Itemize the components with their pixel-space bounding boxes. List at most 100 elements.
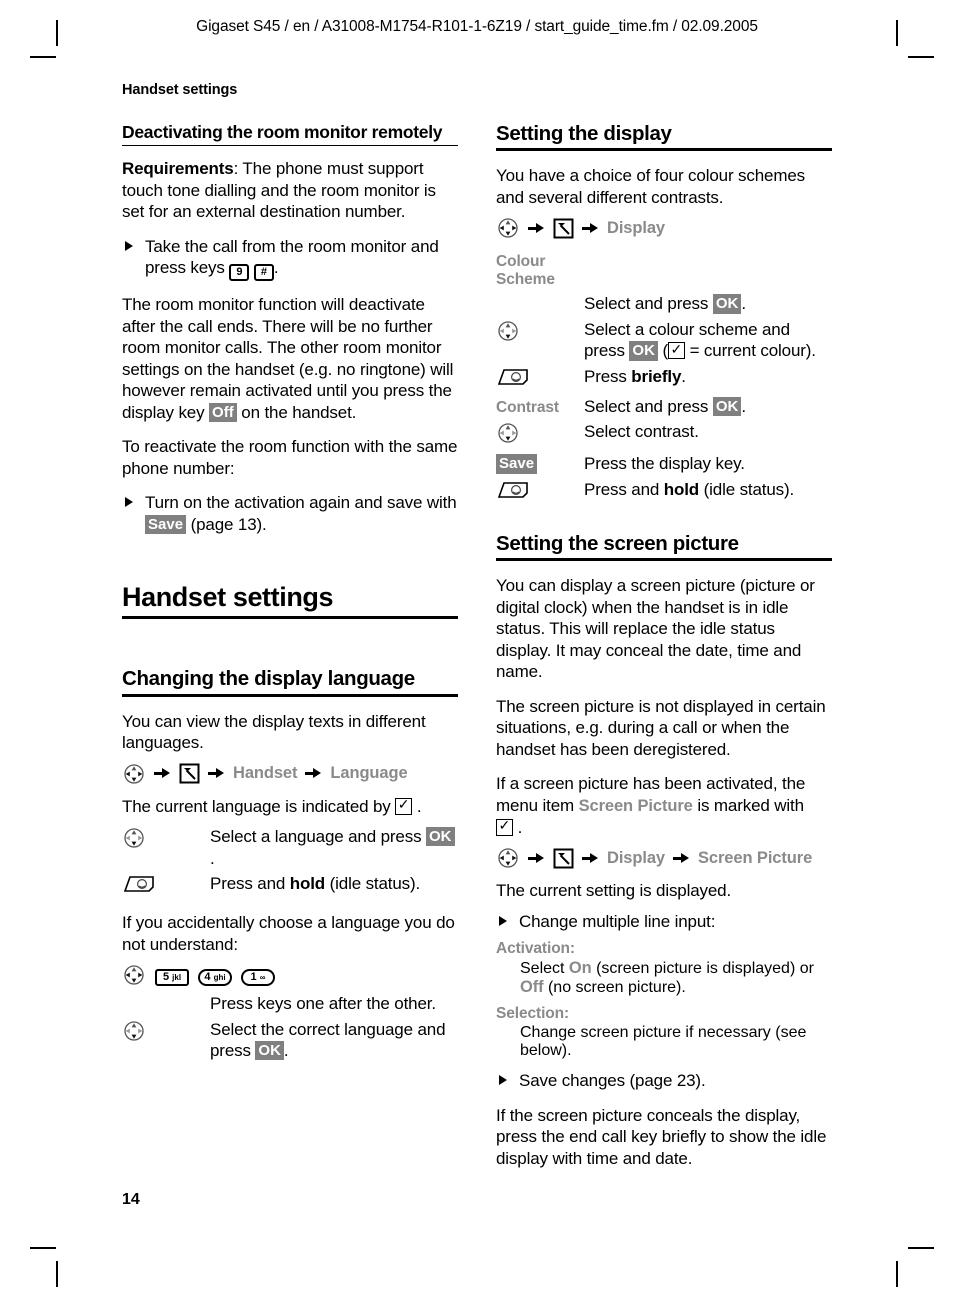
step-press-hold-bold: hold <box>289 874 326 894</box>
bullet-take-call-text-b: . <box>273 258 279 278</box>
nav-key-cell <box>496 319 584 347</box>
softkey-ok-badge: OK <box>426 827 455 847</box>
paragraph-current-language-b: . <box>416 796 422 816</box>
chapter-marker: Handset settings <box>122 82 238 98</box>
checkmark-box-icon <box>496 817 513 836</box>
procedure-text: Select the correct language and press OK… <box>210 1019 458 1062</box>
crop-mark-bottom-left-horizontal <box>30 1247 56 1249</box>
running-header: Gigaset S45 / en / A31008-M1754-R101-1-6… <box>196 18 758 35</box>
arrow-right-icon <box>154 767 171 780</box>
paragraph-current-language: The current language is indicated by . <box>122 796 458 818</box>
paragraph-screen-picture-3b: is marked with <box>692 795 804 815</box>
arrow-right-icon <box>582 852 599 865</box>
step-select-press-b: . <box>741 294 746 314</box>
arrow-right-icon <box>305 767 322 780</box>
bullet-turn-on-text-b: (page 13). <box>186 514 267 534</box>
paragraph-screen-picture-1: You can display a screen picture (pictur… <box>496 576 815 682</box>
triangle-bullet-icon <box>499 915 507 926</box>
nav-key-icon <box>496 422 520 449</box>
menu-path-screen-picture: Display Screen Picture <box>496 847 832 869</box>
crop-mark-top-right-horizontal <box>908 56 934 58</box>
requirements-label: Requirements <box>122 159 234 179</box>
nav-key-icon <box>496 217 520 239</box>
menu-label-colour-scheme: Colour Scheme <box>496 253 555 289</box>
step-press-hold-a: Press and <box>584 479 664 499</box>
softkey-off-badge: Off <box>209 402 237 422</box>
keypad-key-1-icon: 1 ∞ <box>241 969 275 987</box>
procedure-text: Select and press OK. <box>584 396 832 418</box>
paragraph-reactivate: To reactivate the room function with the… <box>122 437 458 478</box>
section-rule <box>496 148 832 152</box>
paragraph-current-language-a: The current language is indicated by <box>122 796 396 816</box>
arrow-right-icon <box>582 222 599 235</box>
sub-heading-deactivating-room-monitor: Deactivating the room monitor remotely <box>122 122 443 142</box>
procedure-row: Select contrast. <box>496 421 832 449</box>
menu-item-handset[interactable]: Handset <box>233 764 298 783</box>
procedure-row: Press keys one after the other. <box>122 993 458 1015</box>
menu-item-screen-picture[interactable]: Screen Picture <box>698 849 812 868</box>
end-call-key-icon <box>496 480 530 505</box>
keypad-key-4-icon: 4 ghi <box>198 969 232 987</box>
paragraph-deactivate: The room monitor function will deactivat… <box>122 294 458 423</box>
bullet-change-multiple-line: Change multiple line input: <box>496 911 832 933</box>
softkey-ok-badge: OK <box>255 1041 284 1061</box>
procedure-text: Select contrast. <box>584 422 699 442</box>
triangle-bullet-icon <box>125 497 133 508</box>
arrow-right-icon <box>673 852 690 865</box>
procedure-correct-language: Press keys one after the other. Select t… <box>122 993 458 1062</box>
step-press-hold-bold: hold <box>663 479 700 499</box>
main-menu-icon <box>179 763 200 784</box>
end-call-key-icon <box>496 367 530 392</box>
menu-item-display[interactable]: Display <box>607 219 665 238</box>
main-menu-icon <box>553 848 574 869</box>
page-number: 14 <box>122 1191 140 1208</box>
paragraph-deactivate-b: on the handset. <box>236 402 357 422</box>
procedure-row: Select a language and press OK. <box>122 826 458 869</box>
triangle-bullet-icon <box>125 240 133 251</box>
procedure-display: Colour Scheme Select and press OK. Selec… <box>496 250 832 505</box>
nav-key-icon <box>496 847 520 869</box>
menu-item-display[interactable]: Display <box>607 849 665 868</box>
step-press-briefly-bold: briefly <box>631 366 682 386</box>
end-call-key-cell <box>496 479 584 505</box>
end-call-key-cell <box>122 873 210 899</box>
option-on: On <box>568 959 592 978</box>
nav-key-cell <box>496 421 584 449</box>
step-select-language-b: . <box>210 848 215 868</box>
end-call-key-cell <box>496 366 584 392</box>
bullet-take-call: Take the call from the room monitor and … <box>122 236 458 282</box>
bullet-save-changes-text: Save changes (page 23). <box>519 1071 706 1091</box>
softkey-ok-badge: OK <box>712 396 742 417</box>
procedure-text: Select a colour scheme and press OK ( = … <box>584 319 832 362</box>
section-title-setting-display: Setting the display <box>496 122 672 145</box>
softkey-ok-badge: OK <box>629 341 658 361</box>
menu-item-screen-picture-inline: Screen Picture <box>578 796 693 815</box>
crop-mark-bottom-left-vertical <box>56 1261 58 1287</box>
procedure-text: Press briefly. <box>584 366 832 388</box>
arrow-right-icon <box>208 767 225 780</box>
step-select-language-a: Select a language and press <box>210 827 427 847</box>
step-select-correct-b: . <box>283 1041 289 1061</box>
empty-key-cell <box>496 293 584 294</box>
nav-key-icon <box>496 320 520 347</box>
procedure-row: Colour Scheme <box>496 250 832 289</box>
procedure-language: Select a language and press OK. Press an… <box>122 826 458 899</box>
menu-label-contrast: Contrast <box>496 398 559 416</box>
nav-key-icon <box>122 763 146 785</box>
procedure-row: Select and press OK. <box>496 293 832 315</box>
checkmark-box-icon <box>668 341 685 360</box>
menu-item-language[interactable]: Language <box>330 764 407 783</box>
nav-key-icon <box>122 827 146 854</box>
end-call-key-icon <box>122 874 156 899</box>
procedure-text: Press keys one after the other. <box>210 994 436 1014</box>
nav-key-icon <box>122 964 146 991</box>
selection-block: Selection: Change screen picture if nece… <box>496 1005 832 1060</box>
paragraph-view-display-texts: You can view the display texts in differ… <box>122 711 426 753</box>
bullet-save-changes: Save changes (page 23). <box>496 1070 832 1092</box>
procedure-row: Select a colour scheme and press OK ( = … <box>496 319 832 362</box>
checkmark-box-icon <box>395 796 413 815</box>
main-menu-icon <box>553 218 574 239</box>
procedure-row: Contrast Select and press OK. <box>496 396 832 418</box>
